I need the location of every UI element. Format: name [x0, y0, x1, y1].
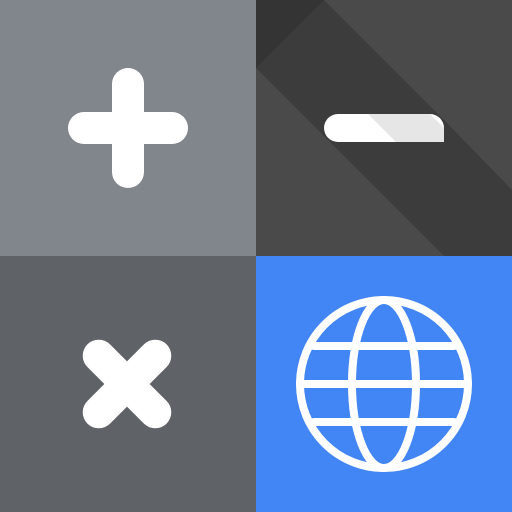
- globe-tile: [256, 256, 512, 512]
- multiply-tile: [0, 256, 256, 512]
- globe-icon: [256, 256, 512, 512]
- calculator-app-icon: [0, 0, 512, 512]
- plus-vertical-bar: [112, 68, 144, 188]
- multiply-icon: [0, 256, 256, 512]
- minus-icon: [256, 0, 512, 256]
- plus-icon: [0, 0, 256, 256]
- minus-tile: [256, 0, 512, 256]
- plus-tile: [0, 0, 256, 256]
